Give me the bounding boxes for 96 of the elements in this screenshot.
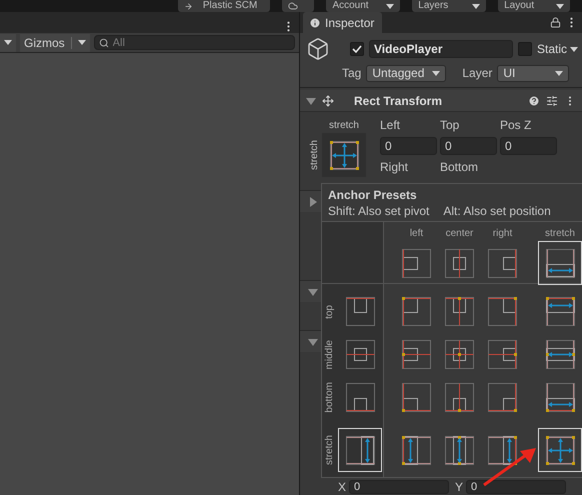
tag-label: Tag: [342, 66, 362, 80]
lock-icon[interactable]: [550, 17, 561, 28]
caret-icon: [556, 4, 564, 8]
anchor-preset-button[interactable]: [338, 428, 382, 472]
caret-icon: [4, 40, 12, 45]
anchor-label: stretch: [328, 120, 359, 130]
anchor-preset-icon: [444, 434, 475, 466]
anchor-preset-icon: [487, 339, 518, 370]
cloud-button[interactable]: [282, 0, 314, 12]
popup-title: Anchor Presets: [328, 188, 418, 202]
search-icon: [98, 38, 109, 48]
anchor-preset-button[interactable]: [322, 133, 366, 177]
anchor-preset-button[interactable]: [538, 428, 582, 472]
checkmark-icon: [352, 45, 362, 53]
dropdown-button[interactable]: [0, 34, 16, 52]
arrow-icon: [184, 2, 193, 10]
anchor-preset-icon: [487, 296, 518, 327]
anchor-preset-icon: [401, 382, 432, 413]
axis-label: Y: [455, 480, 464, 494]
anchor-preset-icon: [401, 434, 432, 466]
layer-dropdown[interactable]: UI: [497, 64, 570, 82]
caret-icon: [386, 4, 394, 8]
tag-dropdown[interactable]: Untagged: [366, 64, 446, 82]
row-label: stretch: [324, 434, 335, 465]
component-header[interactable]: Rect Transform: [300, 90, 582, 112]
number-field[interactable]: 0: [500, 137, 557, 156]
caret-icon: [555, 70, 564, 76]
field-label: Left: [380, 118, 402, 133]
anchor-preset-icon: [544, 382, 576, 413]
row-label: top: [324, 304, 335, 318]
collapsed-triangle-icon[interactable]: [308, 196, 318, 206]
number-field[interactable]: 0: [440, 137, 497, 156]
toolbar-dropdown[interactable]: Account: [326, 0, 400, 12]
axis-label: X: [338, 480, 346, 494]
anchor-preset-icon: [401, 339, 432, 370]
anchor-preset-icon: [487, 434, 518, 466]
anchor-preset-icon: [344, 339, 376, 370]
anchor-preset-icon: [444, 382, 475, 413]
layer-label: Layer: [462, 66, 492, 80]
toolbar-button[interactable]: Plastic SCM: [178, 0, 270, 12]
expanded-triangle-icon[interactable]: [308, 286, 318, 296]
help-icon[interactable]: [528, 94, 540, 106]
move-arrows-icon: [322, 94, 334, 106]
anchor-preset-icon: [344, 382, 376, 413]
search-field[interactable]: All: [94, 35, 295, 50]
anchor-preset-icon: [444, 248, 475, 278]
anchor-preset-icon: [544, 339, 576, 370]
checkbox[interactable]: [518, 42, 532, 56]
field-label: Bottom: [440, 160, 480, 175]
anchor-preset-icon: [444, 339, 475, 370]
row-label: bottom: [324, 382, 335, 413]
caret-icon: [570, 46, 578, 52]
sliders-icon[interactable]: [546, 94, 558, 106]
info-icon: [309, 16, 321, 28]
static-dropdown[interactable]: Static: [536, 42, 578, 56]
inspector-tab[interactable]: Inspector: [303, 12, 382, 33]
field-label: Top: [440, 118, 460, 133]
anchor-preset-icon: [444, 296, 475, 327]
toolbar-dropdown[interactable]: Layout: [498, 0, 570, 12]
cloud-icon: [288, 1, 298, 11]
anchor-preset-icon: [401, 296, 432, 327]
anchor-preset-button[interactable]: [538, 241, 582, 285]
component-title: Rect Transform: [354, 94, 444, 108]
anchor-preset-icon: [487, 382, 518, 413]
name-field[interactable]: VideoPlayer: [369, 40, 513, 58]
field-label: Right: [380, 160, 410, 175]
anchor-preset-icon: [544, 296, 576, 327]
column-label: center: [446, 228, 474, 239]
number-field[interactable]: 0: [380, 137, 437, 156]
number-field[interactable]: 0: [466, 480, 566, 494]
hint-text: Shift: Also set pivot: [328, 204, 430, 218]
number-field[interactable]: 0: [349, 480, 450, 494]
expanded-triangle-icon[interactable]: [306, 96, 316, 106]
checkbox[interactable]: [350, 42, 364, 56]
expanded-triangle-icon[interactable]: [308, 336, 318, 346]
column-label: right: [492, 228, 512, 239]
caret-icon: [432, 70, 440, 76]
anchor-preset-icon: [544, 434, 576, 466]
toolbar-dropdown[interactable]: Layers: [412, 0, 486, 12]
anchor-preset-icon: [401, 248, 432, 278]
field-label: Pos Z: [500, 118, 532, 133]
gizmos-button[interactable]: Gizmos: [20, 34, 90, 52]
cube-icon: [306, 37, 330, 61]
caret-icon: [472, 4, 480, 8]
anchor-preset-icon: [344, 434, 376, 466]
caret-icon: [78, 40, 86, 45]
column-label: left: [410, 228, 424, 239]
row-label: middle: [324, 340, 335, 370]
annotation-arrow: [482, 445, 538, 487]
anchor-preset-icon: [487, 248, 518, 278]
anchor-preset-icon: [544, 248, 576, 278]
anchor-preset-icon: [328, 140, 360, 170]
anchor-label: stretch: [308, 140, 320, 170]
anchor-preset-icon: [344, 296, 376, 327]
hint-text: Alt: Also set position: [443, 204, 551, 218]
column-label: stretch: [544, 228, 575, 239]
